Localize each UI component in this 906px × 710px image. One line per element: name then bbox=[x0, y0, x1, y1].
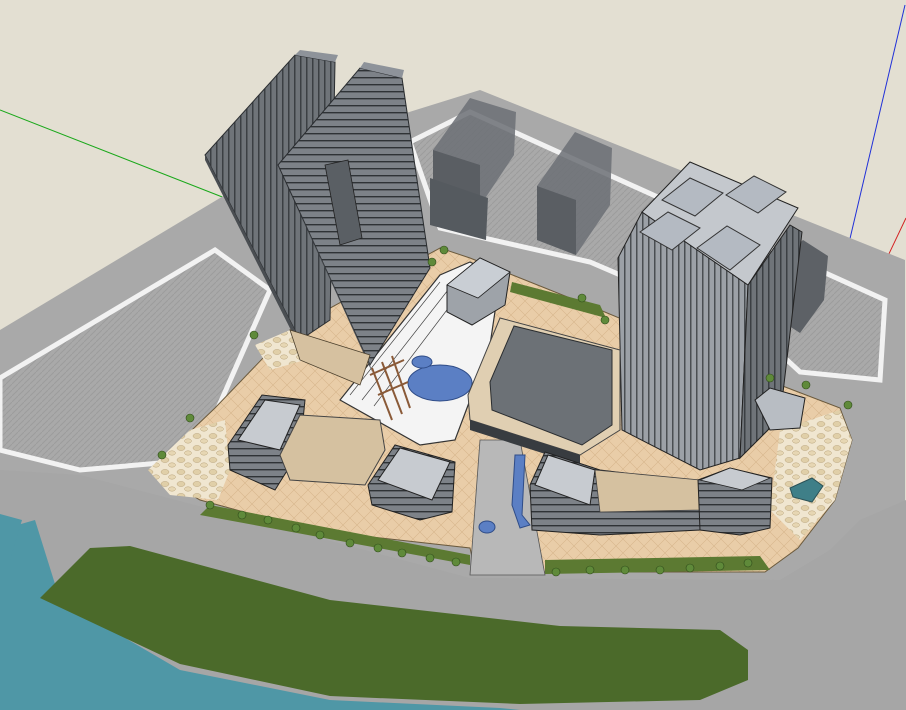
tree bbox=[585, 565, 595, 575]
pool-small bbox=[411, 355, 433, 369]
tree bbox=[843, 400, 853, 410]
tree bbox=[315, 530, 325, 540]
pool-south bbox=[478, 520, 496, 534]
tree bbox=[427, 257, 437, 267]
tree bbox=[715, 561, 725, 571]
tree bbox=[577, 293, 587, 303]
tree bbox=[600, 315, 610, 325]
tree bbox=[655, 565, 665, 575]
tree bbox=[439, 245, 449, 255]
tree bbox=[620, 565, 630, 575]
tree bbox=[743, 558, 753, 568]
tree bbox=[765, 373, 775, 383]
tree bbox=[801, 380, 811, 390]
tree bbox=[451, 557, 461, 567]
tree bbox=[291, 523, 301, 533]
tree bbox=[263, 515, 273, 525]
tree bbox=[205, 500, 215, 510]
tree bbox=[237, 510, 247, 520]
pool-main bbox=[407, 364, 473, 402]
tree bbox=[397, 548, 407, 558]
tree bbox=[373, 543, 383, 553]
tree bbox=[685, 563, 695, 573]
tree bbox=[551, 567, 561, 577]
3d-model-viewport[interactable] bbox=[0, 0, 906, 710]
tree bbox=[425, 553, 435, 563]
tree bbox=[185, 413, 195, 423]
tree bbox=[249, 330, 259, 340]
tree bbox=[345, 538, 355, 548]
tree bbox=[157, 450, 167, 460]
scene-canvas[interactable] bbox=[0, 0, 906, 710]
